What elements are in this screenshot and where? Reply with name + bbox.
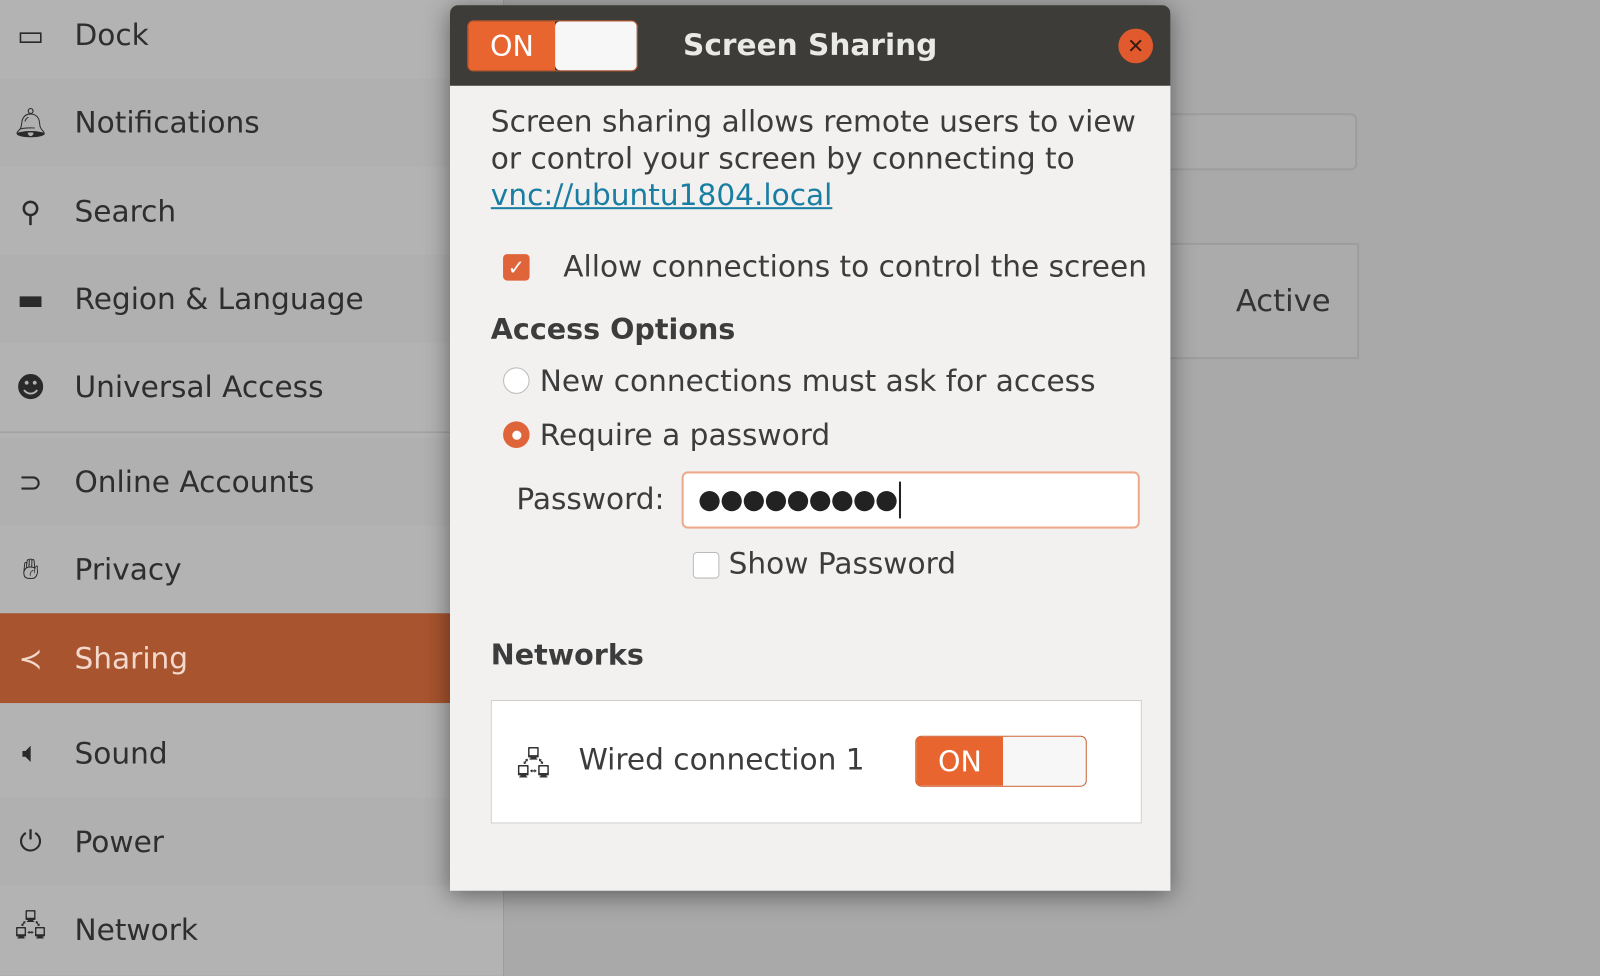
speaker-icon: 🔈︎ — [22, 735, 40, 770]
require-password-label: Require a password — [539, 417, 831, 453]
dialog-header: ON Screen Sharing ✕ — [449, 5, 1171, 86]
ask-access-radio[interactable] — [503, 367, 530, 394]
sidebar-item-sharing[interactable]: ≺ Sharing — [0, 613, 505, 704]
power-plug-icon: ⏻ — [19, 824, 42, 859]
wired-network-icon: 🖧︎ — [516, 746, 551, 783]
allow-control-checkbox[interactable]: ✓ — [503, 254, 530, 281]
network-toggle[interactable]: ON — [915, 735, 1087, 787]
password-input[interactable]: ●●●●●●●●● — [681, 471, 1140, 529]
password-label: Password: — [516, 481, 665, 517]
toggle-on-label: ON — [916, 736, 1004, 786]
toggle-knob — [1003, 736, 1086, 786]
sidebar-item-universal-access[interactable]: ☻ Universal Access — [0, 343, 504, 431]
networks-heading: Networks — [490, 637, 644, 672]
sidebar-item-label: Universal Access — [74, 369, 324, 405]
sidebar-item-label: Sound — [74, 735, 168, 771]
region-icon: ▬ — [17, 282, 45, 316]
description-text: Screen sharing allows remote users to vi… — [490, 104, 1136, 176]
sidebar-item-network[interactable]: 🖧︎ Network — [0, 886, 504, 974]
sidebar-item-power[interactable]: ⏻ Power — [0, 797, 505, 886]
search-icon: ⚲ — [20, 194, 42, 229]
sidebar-item-label: Privacy — [74, 552, 182, 587]
allow-control-label: Allow connections to control the screen — [563, 248, 1147, 284]
password-value: ●●●●●●●●● — [697, 484, 898, 516]
sidebar-item-online-accounts[interactable]: ⊃ Online Accounts — [0, 437, 505, 526]
sidebar-item-sound[interactable]: 🔈︎ Sound — [0, 709, 504, 797]
text-caret — [899, 481, 902, 519]
sidebar-item-label: Region & Language — [74, 281, 364, 317]
ask-access-label: New connections must ask for access — [539, 363, 1096, 398]
close-button[interactable]: ✕ — [1118, 28, 1154, 64]
networks-list: 🖧︎ Wired connection 1 ON — [490, 699, 1142, 824]
close-icon: ✕ — [1127, 33, 1145, 59]
background-status-panel: Active — [1163, 242, 1360, 360]
status-text: Active — [1235, 283, 1331, 319]
screen-sharing-dialog: ON Screen Sharing ✕ Screen sharing allow… — [449, 5, 1171, 891]
sidebar-separator — [0, 431, 505, 433]
bell-icon: 🔔︎ — [12, 105, 49, 140]
sidebar-item-search[interactable]: ⚲ Search — [0, 167, 504, 255]
sidebar: ▭ Dock 🔔︎ Notifications ⚲ Search ▬ Region & … — [0, 0, 505, 976]
sidebar-item-notifications[interactable]: 🔔︎ Notifications — [0, 78, 505, 167]
sidebar-item-dock[interactable]: ▭ Dock — [0, 0, 504, 79]
sidebar-item-label: Search — [74, 193, 177, 229]
share-icon: ≺ — [18, 641, 43, 675]
sidebar-item-label: Dock — [74, 17, 149, 53]
show-password-label: Show Password — [728, 545, 957, 581]
sidebar-item-label: Sharing — [74, 640, 189, 676]
hand-icon: ✋︎ — [22, 552, 39, 586]
network-name: Wired connection 1 — [578, 741, 865, 777]
dialog-title: Screen Sharing — [683, 27, 938, 63]
access-options-heading: Access Options — [490, 312, 736, 346]
sidebar-item-region-language[interactable]: ▬ Region & Language — [0, 255, 505, 343]
checkmark-icon: ✓ — [507, 255, 525, 280]
dock-icon: ▭ — [17, 17, 45, 52]
vnc-link[interactable]: vnc://ubuntu1804.local — [491, 178, 833, 213]
online-accounts-icon: ⊃ — [18, 464, 43, 499]
settings-window: ▭ Dock 🔔︎ Notifications ⚲ Search ▬ Region & … — [0, 0, 1600, 976]
background-field — [1163, 113, 1358, 171]
require-password-radio[interactable] — [503, 421, 530, 448]
sidebar-item-label: Online Accounts — [74, 464, 315, 499]
accessibility-icon: ☻ — [15, 369, 46, 404]
sidebar-item-label: Notifications — [74, 105, 260, 140]
show-password-checkbox[interactable] — [692, 552, 720, 579]
sidebar-item-label: Network — [74, 912, 199, 947]
sidebar-item-label: Power — [74, 824, 164, 860]
sidebar-item-privacy[interactable]: ✋︎ Privacy — [0, 526, 504, 614]
description: Screen sharing allows remote users to vi… — [491, 103, 1154, 213]
network-icon: 🖧︎ — [14, 909, 47, 943]
